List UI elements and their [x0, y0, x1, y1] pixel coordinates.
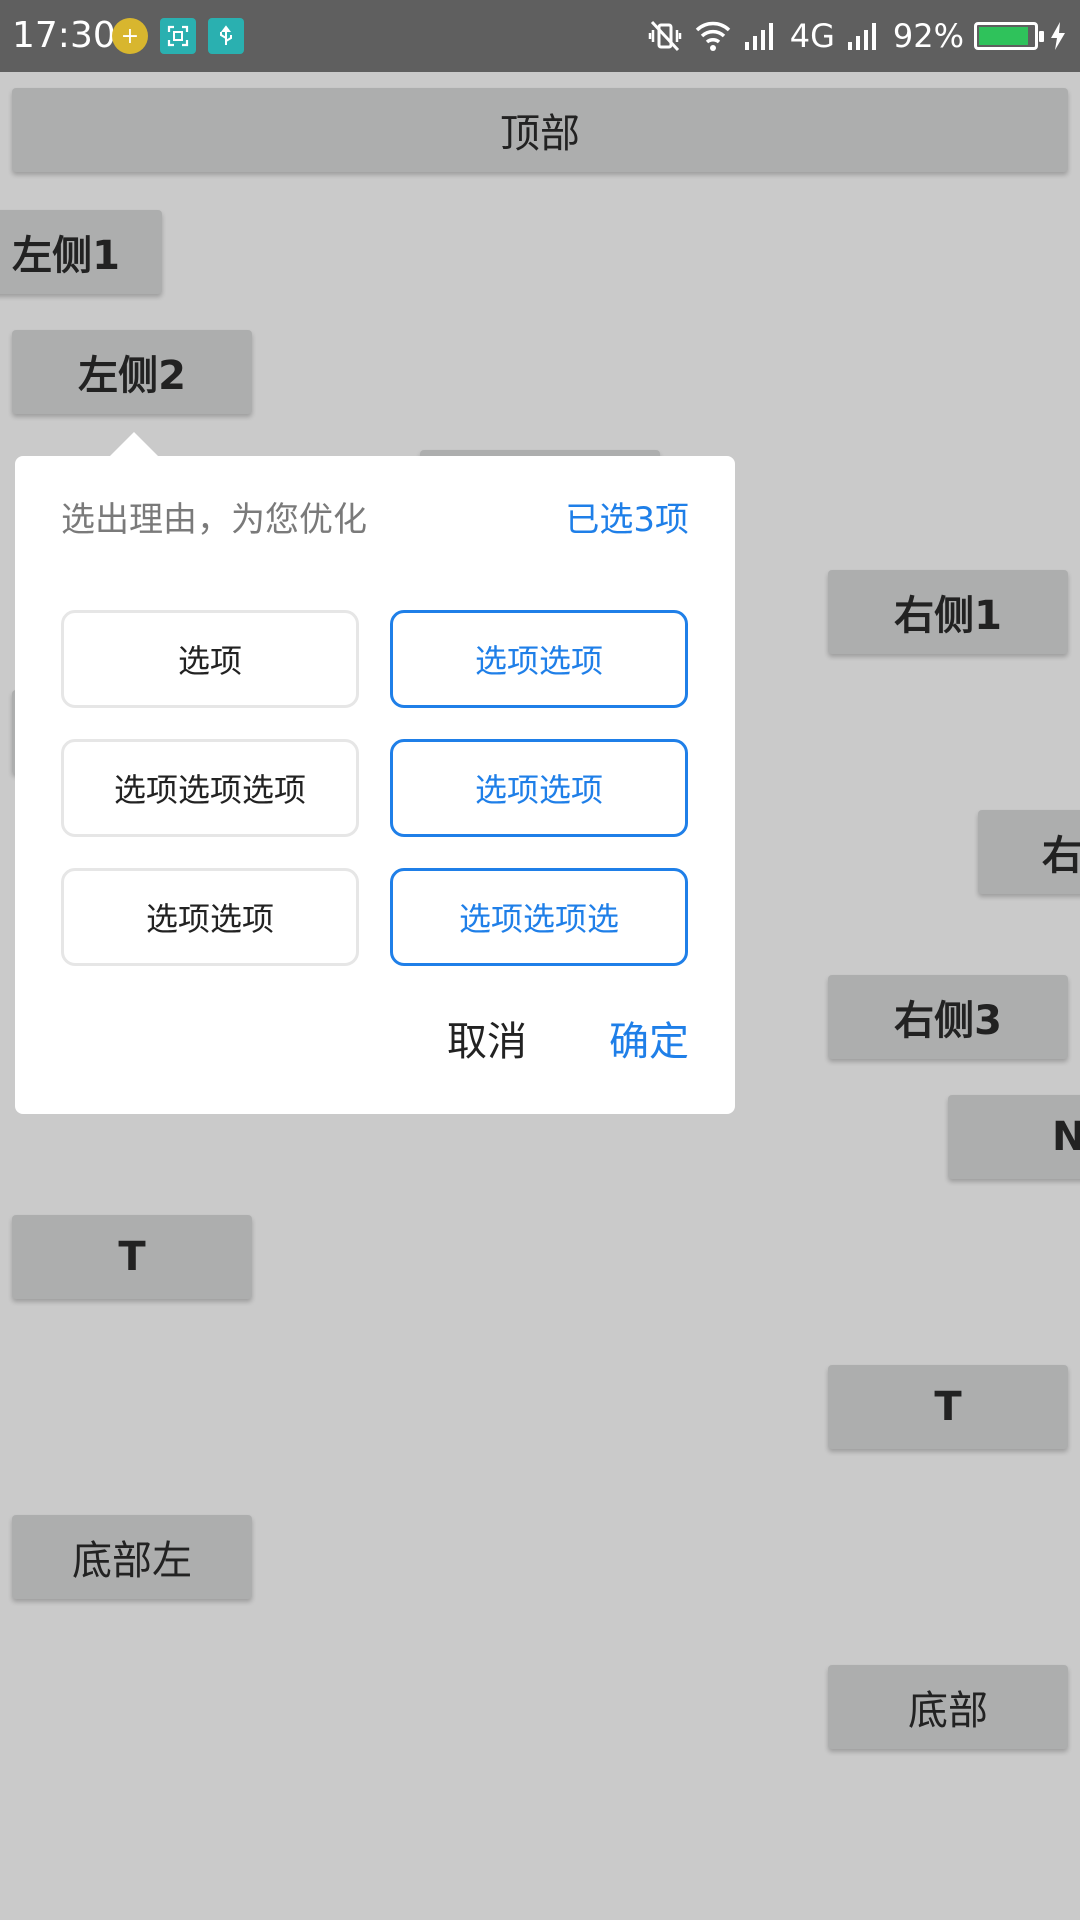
- t-left-button[interactable]: T: [12, 1215, 252, 1299]
- bottom-button[interactable]: 底部: [828, 1665, 1068, 1749]
- right3-button[interactable]: 右侧3: [828, 975, 1068, 1059]
- option-button[interactable]: 选项: [61, 610, 359, 708]
- reason-popup: 选出理由，为您优化 已选3项 选项 选项选项 选项选项选项 选项选项 选项选项 …: [15, 456, 735, 1114]
- popup-arrow: [110, 432, 158, 456]
- left1-button[interactable]: 左侧1: [0, 210, 162, 294]
- battery-icon: [974, 22, 1044, 50]
- network-type-label: 4G: [789, 17, 835, 55]
- right2-button[interactable]: 右: [978, 810, 1080, 894]
- right-n-button[interactable]: N: [948, 1095, 1080, 1179]
- option-button[interactable]: 选项选项: [390, 610, 688, 708]
- bottom-left-button[interactable]: 底部左: [12, 1515, 252, 1599]
- screenshot-icon: [160, 18, 196, 54]
- selected-count: 已选3项: [565, 500, 689, 540]
- option-button[interactable]: 选项选项选: [390, 868, 688, 966]
- charging-icon: [1048, 17, 1068, 55]
- cancel-button[interactable]: 取消: [447, 1016, 527, 1068]
- option-button[interactable]: 选项选项: [61, 868, 359, 966]
- wifi-icon: [694, 17, 732, 55]
- signal-icon: [845, 17, 883, 55]
- popup-title: 选出理由，为您优化: [61, 500, 367, 540]
- option-button[interactable]: 选项选项: [390, 739, 688, 837]
- vibrate-icon: [646, 17, 684, 55]
- signal-icon: [742, 17, 780, 55]
- battery-percent-label: 92%: [892, 17, 964, 55]
- right1-button[interactable]: 右侧1: [828, 570, 1068, 654]
- usb-icon: [208, 18, 244, 54]
- battery-fill: [979, 27, 1029, 45]
- left2-button[interactable]: 左侧2: [12, 330, 252, 414]
- t-right-button[interactable]: T: [828, 1365, 1068, 1449]
- option-button[interactable]: 选项选项选项: [61, 739, 359, 837]
- status-right-group: 4G 92%: [646, 14, 1068, 58]
- status-bar: 17:30 + 4G 92%: [0, 0, 1080, 72]
- confirm-button[interactable]: 确定: [609, 1016, 689, 1068]
- top-button[interactable]: 顶部: [12, 88, 1068, 172]
- green-plus-app-icon: +: [112, 18, 148, 54]
- status-time: 17:30: [12, 15, 116, 56]
